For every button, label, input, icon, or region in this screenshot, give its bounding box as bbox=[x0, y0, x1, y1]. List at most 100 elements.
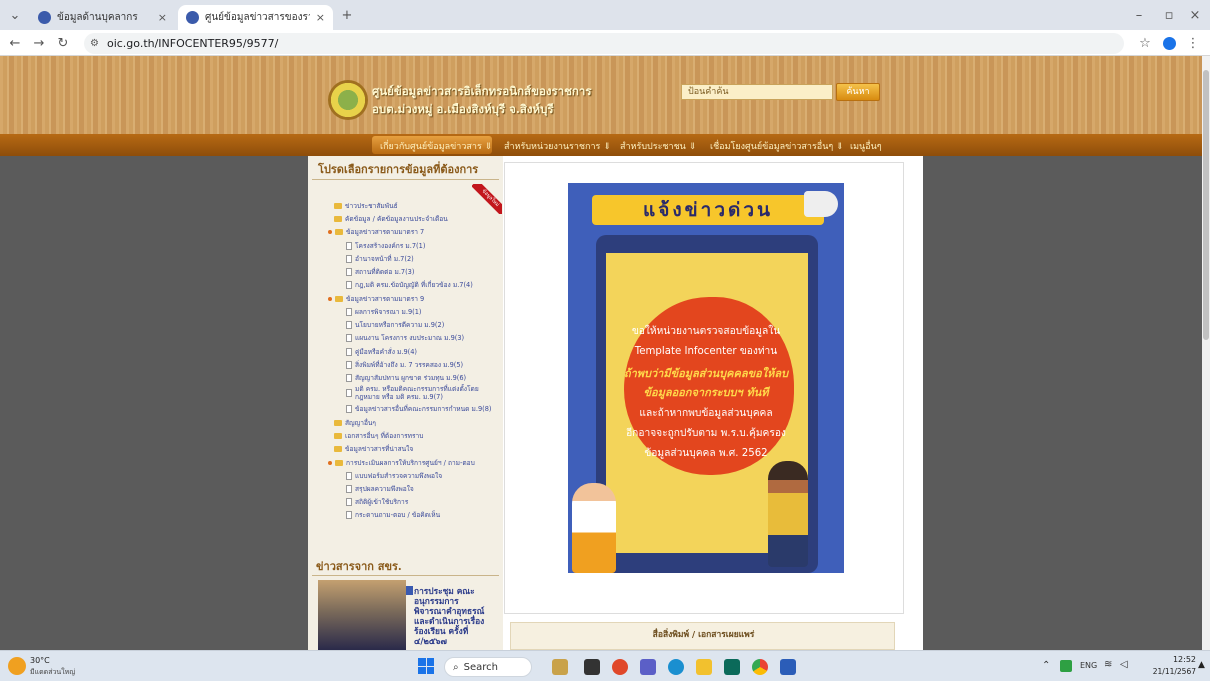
document-icon bbox=[346, 307, 352, 316]
tab-infocenter[interactable]: ศูนย์ข้อมูลข่าวสารของราชการ » อบ × bbox=[178, 5, 333, 30]
site-title: ศูนย์ข้อมูลข่าวสารอิเล็กทรอนิกส์ของราชกา… bbox=[372, 84, 592, 98]
sidebar-item[interactable]: มติ ครม. หรือมติคณะกรรมการที่แต่งตั้งโดย… bbox=[346, 385, 495, 401]
sidebar-item[interactable]: การประเมินผลการให้บริการศูนย์ฯ / ถาม-ตอบ bbox=[328, 457, 475, 468]
close-tab-icon[interactable]: × bbox=[316, 11, 325, 24]
sidebar-item-label: สัญญาสัมปทาน ผูกขาด ร่วมทุน ม.9(6) bbox=[355, 374, 467, 382]
browser-menu-icon[interactable]: ⋮ bbox=[1184, 34, 1202, 52]
sidebar-item[interactable]: ข่าวประชาสัมพันธ์ bbox=[334, 200, 398, 211]
volume-icon[interactable]: ◁ bbox=[1120, 659, 1128, 670]
sidebar-tree: ข่าวประชาสัมพันธ์คัดข้อมูล / คัดข้อมูลงา… bbox=[308, 156, 503, 556]
url-field[interactable]: ⚙ oic.go.th/INFOCENTER95/9577/ bbox=[84, 33, 1124, 54]
language-indicator[interactable]: ENG bbox=[1080, 661, 1097, 670]
copilot-icon[interactable] bbox=[612, 659, 628, 675]
nav-about-infocenter[interactable]: เกี่ยวกับศูนย์ข้อมูลข่าวสาร ⇓ bbox=[380, 139, 492, 153]
wifi-icon[interactable]: ≋ bbox=[1104, 659, 1112, 670]
sidebar-item-label: ข้อมูลข่าวสารตามมาตรา 9 bbox=[346, 295, 425, 303]
sidebar-item[interactable]: ข้อมูลข่าวสารที่น่าสนใจ bbox=[334, 443, 413, 454]
widgets-icon[interactable] bbox=[552, 659, 568, 675]
sidebar-item-label: เอกสารอื่นๆ ที่ต้องการทราบ bbox=[345, 432, 424, 440]
teams-icon[interactable] bbox=[640, 659, 656, 675]
sidebar-item[interactable]: แผนงาน โครงการ งบประมาณ ม.9(3) bbox=[346, 332, 464, 343]
nav-link-other-centers[interactable]: เชื่อมโยงศูนย์ข้อมูลข่าวสารอื่นๆ ⇓ bbox=[710, 139, 844, 153]
clock-date[interactable]: 21/11/2567 bbox=[1140, 667, 1196, 676]
sidebar-item[interactable]: เอกสารอื่นๆ ที่ต้องการทราบ bbox=[334, 430, 423, 441]
nav-other-menu[interactable]: เมนูอื่นๆ bbox=[850, 139, 882, 153]
chrome-icon[interactable] bbox=[752, 659, 768, 675]
expand-bullet-icon bbox=[328, 229, 332, 234]
site-logo[interactable] bbox=[328, 80, 368, 120]
sidebar-item[interactable]: ข้อมูลข่าวสารอื่นที่คณะกรรมการกำหนด ม.9(… bbox=[346, 403, 491, 414]
document-icon bbox=[346, 320, 352, 329]
nav-for-public[interactable]: สำหรับประชาชน ⇓ bbox=[620, 139, 696, 153]
tray-chevron-icon[interactable]: ⌃ bbox=[1042, 660, 1050, 671]
profile-avatar-icon[interactable] bbox=[1160, 34, 1178, 52]
sidebar-item[interactable]: โครงสร้างองค์กร ม.7(1) bbox=[346, 240, 425, 251]
sidebar-item-label: สัญญาอื่นๆ bbox=[345, 419, 376, 427]
bookmark-star-icon[interactable]: ☆ bbox=[1136, 34, 1154, 52]
notification-bell-icon[interactable]: ▲ bbox=[1198, 660, 1205, 670]
tab-title: ศูนย์ข้อมูลข่าวสารของราชการ » อบ bbox=[205, 12, 310, 23]
globe-icon bbox=[186, 11, 199, 24]
back-arrow-icon[interactable]: ← bbox=[6, 34, 24, 52]
nav-for-agencies[interactable]: สำหรับหน่วยงานราชการ ⇓ bbox=[504, 139, 611, 153]
sidebar-item[interactable]: สรุปผลความพึงพอใจ bbox=[346, 483, 414, 494]
word-icon[interactable] bbox=[780, 659, 796, 675]
news-headline-link[interactable]: การประชุม คณะอนุกรรมการพิจารณาคำอุทธรณ์แ… bbox=[414, 586, 486, 646]
windows-start-icon[interactable] bbox=[418, 658, 434, 674]
site-search-button[interactable]: ค้นหา bbox=[836, 83, 880, 101]
publications-box: สื่อสิ่งพิมพ์ / เอกสารเผยแพร่ bbox=[510, 622, 895, 650]
sidebar-item[interactable]: สถานที่ติดต่อ ม.7(3) bbox=[346, 266, 414, 277]
weather-temp: 30°C bbox=[30, 656, 50, 665]
document-icon bbox=[346, 254, 352, 263]
sidebar-item[interactable]: คัดข้อมูล / คัดข้อมูลงานประจำเดือน bbox=[334, 213, 448, 224]
main-panel: แจ้งข่าวด่วน ขอให้หน่วยงานตรวจสอบข้อมูลใ… bbox=[504, 162, 904, 614]
globe-icon bbox=[38, 11, 51, 24]
store-icon[interactable] bbox=[724, 659, 740, 675]
taskbar-search[interactable]: ⌕ Search bbox=[444, 657, 532, 677]
sidebar-item-label: ข่าวประชาสัมพันธ์ bbox=[345, 202, 398, 210]
tray-app-icon[interactable] bbox=[1060, 660, 1072, 672]
news-thumbnail[interactable] bbox=[318, 580, 406, 650]
scrollbar-thumb[interactable] bbox=[1203, 70, 1209, 340]
reload-icon[interactable]: ↻ bbox=[54, 34, 72, 52]
new-tab-button[interactable]: + bbox=[338, 6, 356, 24]
site-search-input[interactable]: ป้อนคำค้น bbox=[681, 84, 833, 100]
folder-icon bbox=[334, 215, 342, 222]
sidebar-item[interactable]: ข้อมูลข่าวสารตามมาตรา 7 bbox=[328, 226, 424, 237]
weather-icon[interactable] bbox=[8, 657, 26, 675]
sidebar-item[interactable]: สัญญาสัมปทาน ผูกขาด ร่วมทุน ม.9(6) bbox=[346, 372, 466, 383]
sidebar-item[interactable]: แบบฟอร์มสำรวจความพึงพอใจ bbox=[346, 470, 442, 481]
windows-taskbar: 30°C มีแดดส่วนใหญ่ ⌕ Search ⌃ ENG ≋ ◁ 12… bbox=[0, 650, 1210, 681]
sidebar-item[interactable]: อำนาจหน้าที่ ม.7(2) bbox=[346, 253, 414, 264]
edge-icon[interactable] bbox=[668, 659, 684, 675]
poster-text-line: ถ้าพบว่ามีข้อมูลส่วนบุคคลขอให้ลบ bbox=[623, 367, 789, 380]
document-icon bbox=[346, 360, 352, 369]
forward-arrow-icon[interactable]: → bbox=[30, 34, 48, 52]
tab-list-chevron-icon[interactable]: ⌄ bbox=[6, 6, 24, 24]
clock-time[interactable]: 12:52 bbox=[1144, 655, 1196, 664]
tab-personnel[interactable]: ข้อมูลด้านบุคลากร × bbox=[30, 5, 175, 30]
sidebar-item[interactable]: สิ่งพิมพ์ที่อ้างถึง ม. 7 วรรคสอง ม.9(5) bbox=[346, 359, 463, 370]
sidebar: โปรดเลือกรายการข้อมูลที่ต้องการ ข้อมูลให… bbox=[308, 156, 503, 650]
sidebar-item[interactable]: สัญญาอื่นๆ bbox=[334, 417, 376, 428]
file-explorer-icon[interactable] bbox=[696, 659, 712, 675]
maximize-icon[interactable]: ▫ bbox=[1160, 6, 1178, 24]
close-tab-icon[interactable]: × bbox=[158, 11, 167, 24]
urgent-notice-poster[interactable]: แจ้งข่าวด่วน ขอให้หน่วยงานตรวจสอบข้อมูลใ… bbox=[568, 183, 844, 573]
sidebar-item[interactable]: ผลการพิจารณา ม.9(1) bbox=[346, 306, 422, 317]
minimize-icon[interactable]: – bbox=[1130, 6, 1148, 24]
document-icon bbox=[346, 497, 352, 506]
close-window-icon[interactable]: × bbox=[1186, 6, 1204, 24]
sidebar-item[interactable]: คู่มือหรือคำสั่ง ม.9(4) bbox=[346, 346, 417, 357]
sidebar-item[interactable]: สถิติผู้เข้าใช้บริการ bbox=[346, 496, 408, 507]
task-view-icon[interactable] bbox=[584, 659, 600, 675]
document-icon bbox=[346, 241, 352, 250]
sidebar-item[interactable]: นโยบายหรือการตีความ ม.9(2) bbox=[346, 319, 444, 330]
sidebar-item-label: แบบฟอร์มสำรวจความพึงพอใจ bbox=[355, 472, 443, 480]
document-icon bbox=[346, 389, 352, 397]
sidebar-item[interactable]: กระดานถาม-ตอบ / ข้อคิดเห็น bbox=[346, 509, 440, 520]
sidebar-item[interactable]: ข้อมูลข่าวสารตามมาตรา 9 bbox=[328, 293, 424, 304]
sidebar-item[interactable]: กฎ,มติ ครม.ข้อบัญญัติ ที่เกี่ยวข้อง ม.7(… bbox=[346, 279, 473, 290]
sidebar-item-label: กฎ,มติ ครม.ข้อบัญญัติ ที่เกี่ยวข้อง ม.7(… bbox=[355, 281, 473, 289]
site-info-icon[interactable]: ⚙ bbox=[90, 38, 99, 49]
